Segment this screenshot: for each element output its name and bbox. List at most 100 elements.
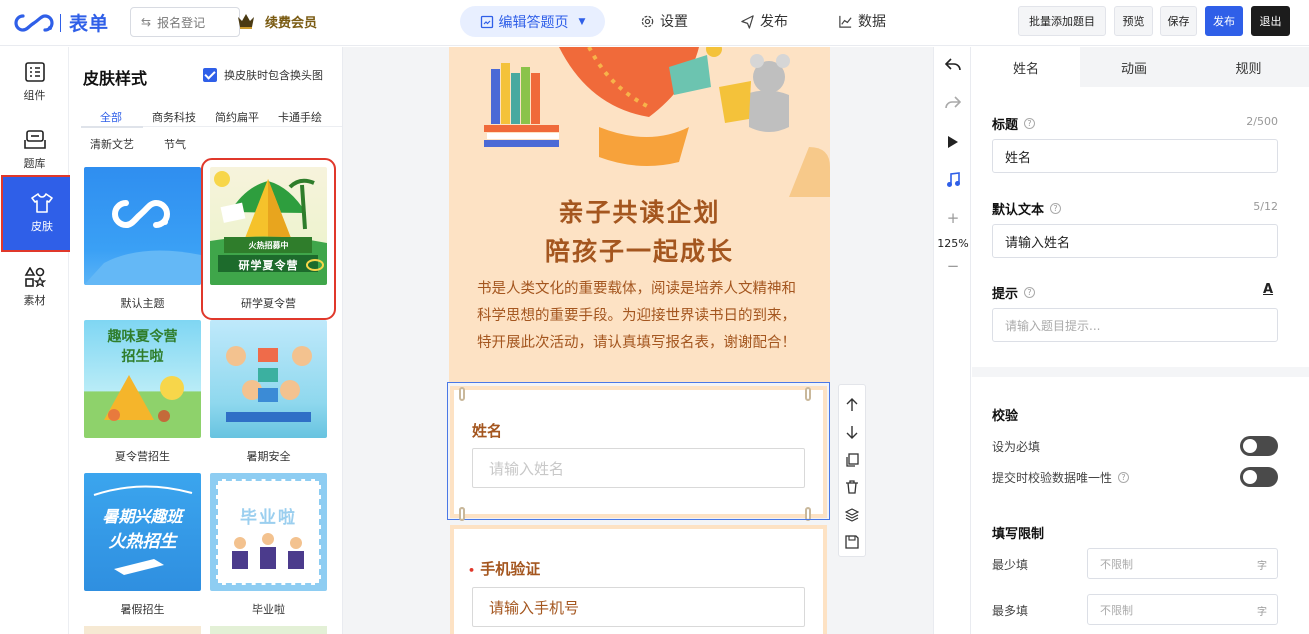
play-preview-button[interactable]	[934, 135, 972, 149]
title-input[interactable]: 姓名	[992, 139, 1278, 173]
redo-button[interactable]	[934, 96, 972, 110]
selected-question-frame	[447, 382, 830, 520]
unique-check-label: 提交时校验数据唯一性?	[992, 469, 1130, 486]
preview-button[interactable]: 预览	[1114, 6, 1153, 36]
delete-button[interactable]	[842, 474, 862, 502]
left-nav: 组件 题库 皮肤 素材	[0, 47, 83, 634]
theme-card-graduation[interactable]: 毕业啦 毕业啦	[210, 473, 327, 617]
undo-button[interactable]	[934, 58, 972, 72]
gear-icon	[641, 15, 654, 27]
components-icon	[24, 61, 45, 82]
camp-banner-text: 火热招募中	[248, 241, 289, 250]
category-flat[interactable]: 简约扁平	[215, 109, 259, 125]
max-length-label: 最多填	[992, 604, 1029, 618]
theme-card-partial-1[interactable]	[84, 626, 201, 634]
category-business[interactable]: 商务科技	[152, 109, 196, 125]
default-text-input[interactable]: 请输入姓名	[992, 224, 1278, 258]
save-button[interactable]: 保存	[1160, 6, 1197, 36]
top-bar: 表单 ⇆ 报名登记 续费会员 编辑答题页 ▼ 设置 发布 数据 批量添加题目 预…	[0, 0, 1309, 46]
layers-icon	[845, 508, 859, 522]
nav-publish[interactable]: 发布	[740, 11, 788, 31]
edit-page-dropdown[interactable]: 编辑答题页 ▼	[460, 6, 605, 37]
help-icon[interactable]: ?	[1050, 203, 1062, 214]
theme-card-summer-safety[interactable]: 暑期安全	[210, 320, 327, 464]
poster-title-line-2: 陪孩子一起成长	[544, 237, 734, 266]
title-label-text: 标题	[992, 118, 1019, 133]
theme-label: 暑假招生	[120, 603, 165, 616]
form-name-label: 报名登记	[157, 15, 206, 30]
tab-name[interactable]: 姓名	[972, 47, 1080, 87]
nav-settings[interactable]: 设置	[640, 11, 688, 31]
help-icon[interactable]: ?	[1118, 472, 1130, 483]
nav-settings-label: 设置	[660, 14, 688, 30]
category-active-underline	[81, 126, 143, 128]
hint-text-style-button[interactable]: A	[1263, 282, 1273, 297]
category-all[interactable]: 全部	[100, 109, 122, 125]
zoom-in-button[interactable]: +	[934, 209, 972, 227]
category-fresh[interactable]: 清新文艺	[90, 136, 134, 152]
left-nav-question-bank-label: 题库	[23, 156, 46, 170]
summer-safety-illustration-icon	[226, 346, 312, 422]
redo-icon	[945, 96, 961, 109]
app-logo[interactable]: 表单	[12, 9, 116, 36]
section-divider	[972, 367, 1309, 377]
exit-button[interactable]: 退出	[1251, 6, 1290, 36]
theme-label: 毕业啦	[252, 603, 285, 616]
left-nav-skins-label: 皮肤	[31, 220, 53, 233]
theme-card-summer-enrollment[interactable]: 暑期兴趣班 火热招生 暑假招生	[84, 473, 201, 617]
unit-label: 字	[1257, 607, 1267, 618]
skin-panel-title: 皮肤样式	[83, 69, 148, 88]
left-nav-question-bank[interactable]: 题库	[0, 120, 69, 180]
swap-arrow-icon: ⇆	[141, 15, 152, 29]
publish-button[interactable]: 发布	[1205, 6, 1243, 36]
logo-infinity-icon	[14, 13, 54, 32]
default-text-char-count: 5/12	[1253, 200, 1278, 213]
phone-input[interactable]: 请输入手机号	[472, 587, 805, 627]
trash-icon	[846, 480, 858, 494]
move-up-button[interactable]	[842, 391, 862, 419]
copy-button[interactable]	[842, 446, 862, 474]
min-length-input[interactable]: 不限制 字	[1087, 548, 1278, 579]
help-icon[interactable]: ?	[1024, 118, 1036, 129]
category-cartoon[interactable]: 卡通手绘	[278, 109, 322, 125]
max-length-placeholder: 不限制	[1100, 603, 1133, 617]
music-note-icon	[947, 172, 960, 187]
nav-publish-label: 发布	[760, 14, 788, 30]
theme-label: 夏令营招生	[115, 450, 170, 463]
hint-input[interactable]: 请输入题目提示...	[992, 308, 1278, 342]
required-toggle[interactable]	[1240, 436, 1278, 456]
theme-card-summer-camp[interactable]: 趣味夏令营 招生啦 夏令营招生	[84, 320, 201, 464]
zoom-out-button[interactable]: −	[934, 257, 972, 275]
music-button[interactable]	[934, 172, 972, 188]
nav-data[interactable]: 数据	[838, 11, 886, 31]
theme-card-partial-2[interactable]	[210, 626, 327, 634]
max-length-input[interactable]: 不限制 字	[1087, 594, 1278, 625]
theme-label: 研学夏令营	[241, 297, 296, 310]
default-label-text: 默认文本	[992, 203, 1045, 218]
theme-card-study-camp[interactable]: 火热招募中 研学夏令营 研学夏令营	[201, 158, 336, 320]
save-to-bank-button[interactable]	[842, 529, 862, 557]
required-label: 设为必填	[992, 440, 1041, 454]
title-char-count: 2/500	[1246, 115, 1278, 128]
move-down-button[interactable]	[842, 419, 862, 447]
crown-icon	[238, 14, 254, 29]
back-to-form-button[interactable]: ⇆ 报名登记	[130, 7, 240, 37]
question-toolbar	[838, 384, 866, 557]
play-icon	[948, 136, 958, 148]
camp-subtitle-text: 研学夏令营	[238, 259, 299, 272]
left-nav-materials[interactable]: 素材	[0, 257, 69, 317]
question-label-text: 手机验证	[480, 560, 541, 578]
left-nav-components[interactable]: 组件	[0, 52, 69, 112]
unique-check-toggle[interactable]	[1240, 467, 1278, 487]
category-solar-term[interactable]: 节气	[164, 136, 186, 152]
layers-button[interactable]	[842, 501, 862, 529]
theme-card-default[interactable]: 默认主题	[84, 167, 201, 311]
tab-rules[interactable]: 规则	[1188, 47, 1309, 87]
tab-animation[interactable]: 动画	[1080, 47, 1188, 87]
renew-vip-button[interactable]: 续费会员	[236, 11, 317, 31]
batch-add-button[interactable]: 批量添加题目	[1018, 6, 1106, 36]
help-icon[interactable]: ?	[1024, 287, 1036, 298]
question-card-phone[interactable]: • 手机验证 请输入手机号	[454, 529, 823, 634]
include-header-checkbox[interactable]: 换皮肤时包含换头图	[203, 67, 323, 83]
summer-headline: 趣味夏令营	[107, 329, 178, 345]
